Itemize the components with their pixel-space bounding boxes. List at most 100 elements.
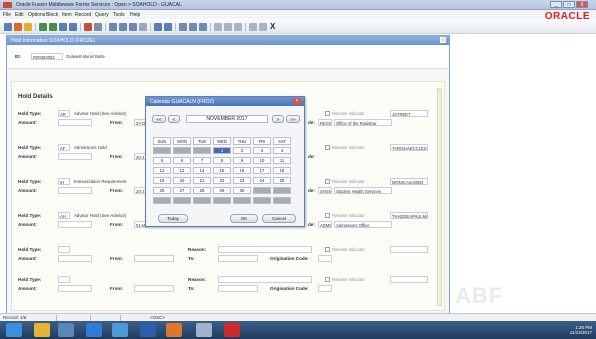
cancel-button[interactable]: Cancel <box>262 214 296 223</box>
from-date-field[interactable] <box>134 255 174 262</box>
hold-type-field[interactable]: AH <box>58 212 70 219</box>
calendar-day[interactable]: 16 <box>233 167 251 174</box>
user-field[interactable]: JSTREET <box>390 110 428 117</box>
forward-icon[interactable] <box>49 23 57 31</box>
origination-code-field[interactable] <box>318 255 332 262</box>
vertical-scrollbar[interactable] <box>437 88 442 306</box>
calendar-day[interactable]: 8 <box>213 157 231 164</box>
hold-type-field[interactable] <box>58 246 70 253</box>
amount-field[interactable] <box>58 255 92 262</box>
insert-record-icon[interactable] <box>84 23 92 31</box>
calendar-day[interactable]: 7 <box>193 157 211 164</box>
attachment-icon[interactable] <box>214 23 222 31</box>
menu-tools[interactable]: Tools <box>113 12 125 18</box>
calendar-day[interactable]: 1 <box>213 147 231 154</box>
reason-field[interactable] <box>218 276 312 283</box>
related-icon[interactable] <box>189 23 197 31</box>
save-icon[interactable] <box>4 23 12 31</box>
amount-field[interactable] <box>58 153 92 160</box>
calendar-day[interactable]: 24 <box>253 177 271 184</box>
user-field[interactable] <box>390 246 428 253</box>
release-checkbox[interactable] <box>325 247 330 252</box>
calendar-day[interactable]: 21 <box>193 177 211 184</box>
release-checkbox[interactable] <box>325 277 330 282</box>
execute-query-icon[interactable] <box>119 23 127 31</box>
amount-field[interactable] <box>58 285 92 292</box>
first-record-icon[interactable] <box>59 23 67 31</box>
amount-field[interactable] <box>58 187 92 194</box>
help-icon[interactable] <box>224 23 232 31</box>
calendar-day[interactable]: 29 <box>213 187 231 194</box>
release-checkbox[interactable] <box>325 111 330 116</box>
calendar-day[interactable]: 10 <box>253 157 271 164</box>
amount-field[interactable] <box>58 221 92 228</box>
firefox-icon[interactable] <box>166 323 182 337</box>
reason-field[interactable] <box>218 246 312 253</box>
calendar-day[interactable]: 23 <box>233 177 251 184</box>
options-icon[interactable] <box>234 23 242 31</box>
menu-edit[interactable]: Edit <box>15 12 24 18</box>
to-date-field[interactable] <box>218 255 258 262</box>
bookmark-icon[interactable] <box>199 23 207 31</box>
id-field[interactable]: R00392082 <box>31 53 63 60</box>
minimize-button[interactable]: _ <box>550 1 562 8</box>
menu-record[interactable]: Record <box>75 12 91 18</box>
app-icon-taskbar[interactable] <box>196 323 212 337</box>
form-close-icon[interactable] <box>440 37 446 43</box>
calendar-day[interactable]: 17 <box>253 167 271 174</box>
release-checkbox[interactable] <box>325 145 330 150</box>
today-button[interactable]: Today <box>158 214 188 223</box>
menu-help[interactable]: Help <box>130 12 140 18</box>
prev-month-button[interactable]: < <box>168 115 180 123</box>
from-date-field[interactable] <box>134 285 174 292</box>
calendar-day[interactable]: 19 <box>153 177 171 184</box>
menu-file[interactable]: File <box>3 12 11 18</box>
calendar-close-icon[interactable]: × <box>293 98 301 105</box>
hold-type-field[interactable]: AF <box>58 144 70 151</box>
menu-item[interactable]: Item <box>62 12 72 18</box>
calendar-day[interactable]: 15 <box>213 167 231 174</box>
calendar-day[interactable]: 11 <box>273 157 291 164</box>
release-checkbox[interactable] <box>325 179 330 184</box>
tools-icon[interactable] <box>249 23 257 31</box>
close-form-icon[interactable]: X <box>270 23 278 31</box>
calendar-day[interactable]: 27 <box>173 187 191 194</box>
maximize-button[interactable]: □ <box>563 1 575 8</box>
start-icon[interactable] <box>6 323 22 337</box>
menu-options[interactable]: Options <box>28 12 45 18</box>
calendar-day[interactable]: 28 <box>193 187 211 194</box>
calendar-day[interactable]: 6 <box>173 157 191 164</box>
last-record-icon[interactable] <box>69 23 77 31</box>
next-month-button[interactable]: > <box>272 115 284 123</box>
outlook-icon[interactable] <box>112 323 128 337</box>
calendar-day[interactable]: 9 <box>233 157 251 164</box>
calendar-day[interactable]: 13 <box>173 167 191 174</box>
duplicate-icon[interactable] <box>164 23 172 31</box>
ie-icon[interactable] <box>86 323 102 337</box>
back-icon[interactable] <box>39 23 47 31</box>
user-field[interactable] <box>390 276 428 283</box>
next-year-button[interactable]: >> <box>286 115 300 123</box>
user-field[interactable]: TARISHAECCLES <box>390 144 428 151</box>
calendar-day[interactable]: 22 <box>213 177 231 184</box>
remove-record-icon[interactable] <box>94 23 102 31</box>
origination-code-field[interactable] <box>318 285 332 292</box>
calendar-day[interactable]: 18 <box>273 167 291 174</box>
search-icon[interactable] <box>179 23 187 31</box>
word-icon[interactable] <box>140 323 156 337</box>
origination-code-field[interactable]: SHSV <box>318 187 332 194</box>
calendar-day[interactable]: 26 <box>153 187 171 194</box>
origination-code-field[interactable]: REGS <box>318 119 332 126</box>
ok-button[interactable]: OK <box>230 214 258 223</box>
prev-year-button[interactable]: << <box>152 115 166 123</box>
hold-type-field[interactable]: IH <box>58 178 70 185</box>
acrobat-icon[interactable] <box>224 323 240 337</box>
calendar-day[interactable]: 25 <box>273 177 291 184</box>
files-icon[interactable] <box>58 323 74 337</box>
user-field[interactable]: MONICASADEN <box>390 178 428 185</box>
menu-block[interactable]: Block <box>46 12 58 18</box>
close-button[interactable]: X <box>576 1 588 8</box>
explorer-icon[interactable] <box>34 323 50 337</box>
hold-type-field[interactable] <box>58 276 70 283</box>
to-date-field[interactable] <box>218 285 258 292</box>
